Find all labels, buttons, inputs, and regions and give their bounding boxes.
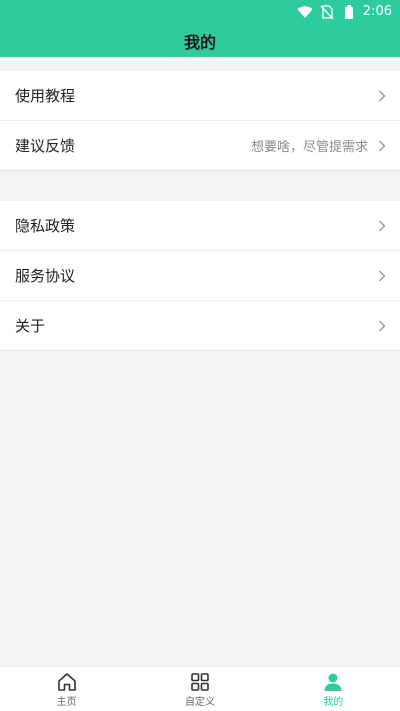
menu-item-label: 使用教程: [15, 87, 76, 105]
chevron-right-icon: [379, 320, 386, 331]
status-time: 2:06: [362, 4, 392, 19]
menu-item-label: 服务协议: [15, 267, 76, 285]
status-bar: 2:06: [0, 0, 400, 24]
menu-group-legal: 隐私政策 服务协议 关于: [0, 201, 400, 351]
menu-group-help: 使用教程 建议反馈 想要啥，尽管提需求: [0, 71, 400, 171]
tab-label: 我的: [323, 697, 344, 708]
page-title: 我的: [183, 32, 216, 52]
menu-item-privacy-policy[interactable]: 隐私政策: [0, 201, 400, 251]
chevron-right-icon: [379, 220, 386, 231]
tab-label: 主页: [56, 697, 77, 708]
tab-label: 自定义: [184, 697, 215, 708]
tab-custom[interactable]: 自定义: [133, 667, 266, 711]
menu-item-label: 关于: [15, 317, 46, 335]
grid-icon: [191, 673, 209, 691]
bottom-tab-bar: 主页 自定义 我的: [0, 666, 400, 711]
menu-item-label: 隐私政策: [15, 217, 76, 235]
menu-item-feedback[interactable]: 建议反馈 想要啥，尽管提需求: [0, 121, 400, 171]
app-screen: 2:06 我的 使用教程 建议反馈 想要啥，尽管提需求 隐私政策 服务协议 关于…: [0, 0, 400, 711]
status-icons: 2:06: [297, 3, 392, 21]
wifi-icon: [297, 6, 313, 18]
chevron-right-icon: [379, 140, 386, 151]
menu-item-service-agreement[interactable]: 服务协议: [0, 251, 400, 301]
header: 2:06 我的: [0, 0, 400, 57]
title-bar: 我的: [0, 24, 400, 57]
tab-home[interactable]: 主页: [0, 667, 133, 711]
menu-item-hint: 想要啥，尽管提需求: [250, 140, 368, 155]
tab-mine[interactable]: 我的: [267, 667, 400, 711]
chevron-right-icon: [379, 90, 386, 101]
user-icon: [324, 673, 342, 691]
battery-icon: [344, 5, 353, 19]
menu-item-about[interactable]: 关于: [0, 301, 400, 351]
home-icon: [57, 673, 76, 691]
menu-item-label: 建议反馈: [15, 137, 76, 155]
no-sim-icon: [320, 5, 334, 20]
menu-item-tutorial[interactable]: 使用教程: [0, 71, 400, 121]
chevron-right-icon: [379, 270, 386, 281]
